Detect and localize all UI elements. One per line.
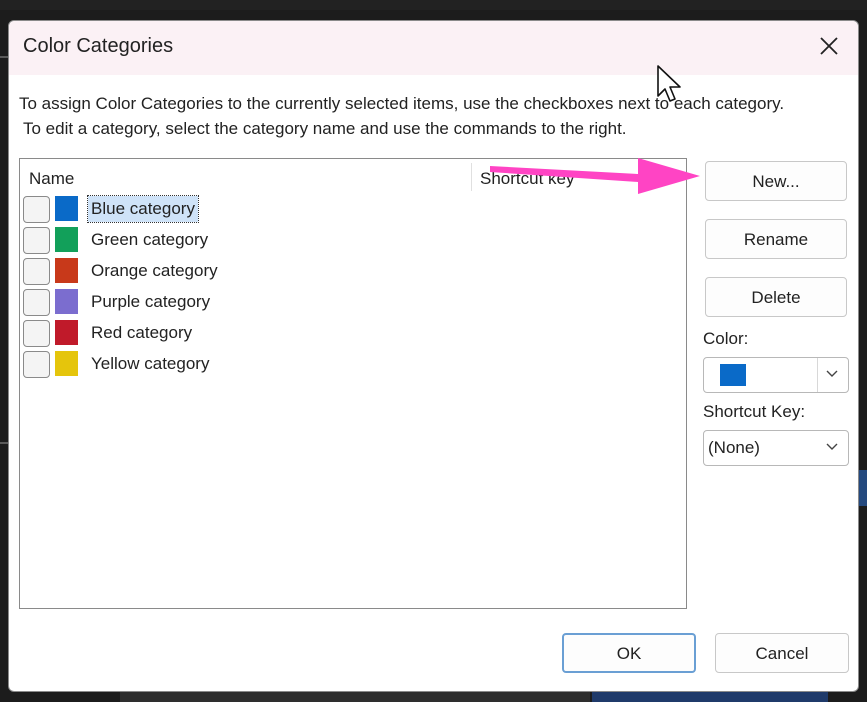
- list-item[interactable]: Red category: [22, 317, 522, 348]
- category-label[interactable]: Green category: [88, 227, 211, 253]
- color-label: Color:: [703, 329, 749, 348]
- new-button[interactable]: New...: [705, 161, 847, 201]
- cancel-button[interactable]: Cancel: [715, 633, 849, 673]
- column-separator[interactable]: [471, 163, 472, 191]
- background-top: [0, 0, 867, 10]
- background-bottom: [120, 692, 590, 702]
- color-categories-dialog: Color Categories To assign Color Categor…: [8, 20, 859, 692]
- list-item[interactable]: Blue category: [22, 193, 522, 224]
- color-swatch: [55, 227, 78, 252]
- instruction-line-2: To edit a category, select the category …: [23, 119, 627, 138]
- color-swatch: [55, 258, 78, 283]
- color-swatch: [55, 351, 78, 376]
- color-swatch: [55, 196, 78, 221]
- category-checkbox[interactable]: [23, 289, 50, 316]
- category-label[interactable]: Orange category: [88, 258, 221, 284]
- color-swatch: [55, 320, 78, 345]
- list-item[interactable]: Green category: [22, 224, 522, 255]
- category-checkbox[interactable]: [23, 320, 50, 347]
- category-label[interactable]: Yellow category: [88, 351, 212, 377]
- shortcut-key-label: Shortcut Key:: [703, 402, 806, 421]
- category-checkbox[interactable]: [23, 258, 50, 285]
- instruction-line-1: To assign Color Categories to the curren…: [19, 94, 785, 113]
- delete-button[interactable]: Delete: [705, 277, 847, 317]
- category-label[interactable]: Blue category: [87, 195, 199, 223]
- shortcut-key-dropdown[interactable]: (None): [703, 430, 849, 466]
- annotation-arrow-icon: [490, 158, 700, 194]
- selected-color-swatch: [720, 364, 746, 386]
- category-checkbox[interactable]: [23, 196, 50, 223]
- category-label[interactable]: Purple category: [88, 289, 213, 315]
- list-item[interactable]: Purple category: [22, 286, 522, 317]
- instructions: To assign Color Categories to the curren…: [19, 91, 855, 141]
- list-item[interactable]: Orange category: [22, 255, 522, 286]
- chevron-down-icon: [826, 443, 838, 450]
- category-label[interactable]: Red category: [88, 320, 195, 346]
- dialog-title: Color Categories: [23, 35, 174, 57]
- color-swatch: [55, 289, 78, 314]
- category-checkbox[interactable]: [23, 227, 50, 254]
- category-checkbox[interactable]: [23, 351, 50, 378]
- ok-button[interactable]: OK: [562, 633, 696, 673]
- list-item[interactable]: Yellow category: [22, 348, 522, 379]
- color-dropdown[interactable]: [703, 357, 849, 393]
- rename-button[interactable]: Rename: [705, 219, 847, 259]
- close-icon[interactable]: [814, 31, 844, 61]
- shortcut-key-value: (None): [708, 438, 760, 457]
- background-line: [0, 442, 8, 444]
- column-header-name[interactable]: Name: [29, 159, 74, 193]
- background-bottom-blue: [592, 692, 828, 702]
- category-list[interactable]: Name Shortcut key Blue category Green ca…: [19, 158, 687, 609]
- mouse-cursor-icon: [657, 65, 681, 102]
- chevron-down-icon: [826, 370, 838, 377]
- background-line: [0, 56, 8, 58]
- title-bar: Color Categories: [9, 21, 858, 75]
- background-tile: [859, 470, 867, 506]
